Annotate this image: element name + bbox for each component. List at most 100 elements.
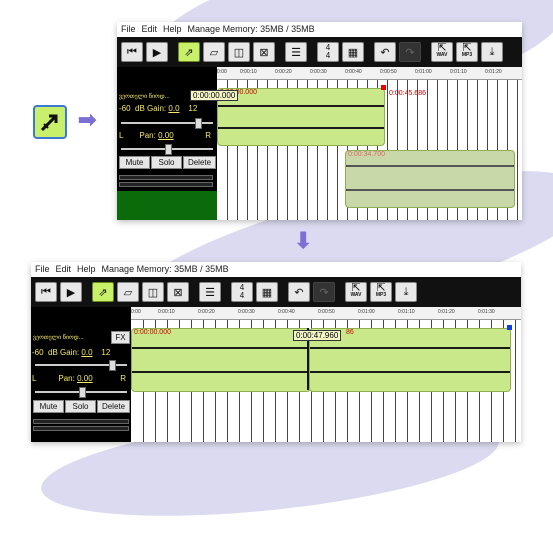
- gain-value: 0.0: [81, 348, 93, 357]
- editor-after: File Edit Help Manage Memory: 35MB / 35M…: [31, 262, 521, 442]
- track-footer: [117, 191, 217, 220]
- audio-clip-1[interactable]: 0:00:00.000: [131, 328, 311, 392]
- gain-row: -60 dB Gain: 0.0 12: [32, 348, 110, 357]
- audio-clip-1[interactable]: 0:00:00.000: [217, 88, 385, 146]
- redo-button[interactable]: ↷: [313, 282, 335, 302]
- metronome-button[interactable]: ▦: [256, 282, 278, 302]
- undo-button[interactable]: ↶: [374, 42, 396, 62]
- select-tool-button[interactable]: ⇗: [178, 42, 200, 62]
- delete-icon: ⊠: [259, 46, 269, 59]
- menu-bar: File Edit Help Manage Memory: 35MB / 35M…: [117, 22, 522, 36]
- eraser-button[interactable]: ▱: [203, 42, 225, 62]
- waveform-bottom: [218, 127, 384, 129]
- track-controls: ვეოთელი წიოდ... FX -60 dB Gain: 0.0 12 L…: [31, 307, 131, 442]
- equalizer-button[interactable]: ☰: [285, 42, 307, 62]
- timeline-ruler[interactable]: 0:00 0:00:10 0:00:20 0:00:30 0:00:40 0:0…: [131, 307, 521, 320]
- play-button[interactable]: ▶: [60, 282, 82, 302]
- track-name[interactable]: ვეოთელი წიოდ...: [33, 334, 84, 341]
- play-button[interactable]: ▶: [146, 42, 168, 62]
- delete-track-button[interactable]: Delete: [183, 156, 216, 169]
- waveform-bottom: [310, 371, 510, 373]
- ruler-tick: 0:00:50: [318, 309, 335, 315]
- menu-file[interactable]: File: [35, 264, 50, 274]
- time-sig-bottom: 4: [325, 51, 331, 60]
- metronome-icon: ▦: [261, 286, 273, 299]
- pan-right: R: [120, 374, 126, 383]
- editor-before: File Edit Help Manage Memory: 35MB / 35M…: [117, 22, 522, 220]
- pan-knob[interactable]: [165, 144, 172, 155]
- ruler-tick: 0:00:10: [158, 309, 175, 315]
- pan-label: Pan:: [139, 131, 156, 140]
- split-button[interactable]: ◫: [142, 282, 164, 302]
- undo-icon: ↶: [294, 286, 304, 299]
- clip-end-marker: [381, 85, 386, 90]
- waveform-bottom: [346, 189, 514, 191]
- delete-tool-button[interactable]: ⊠: [253, 42, 275, 62]
- right-arrow-icon: ➡: [78, 107, 97, 132]
- menu-help[interactable]: Help: [163, 24, 182, 34]
- skip-back-button[interactable]: ⏮: [121, 42, 143, 62]
- redo-button[interactable]: ↷: [399, 42, 421, 62]
- eraser-button[interactable]: ▱: [117, 282, 139, 302]
- gain-value: 0.0: [168, 104, 180, 113]
- download-icon: ⤓: [403, 285, 409, 298]
- equalizer-icon: ☰: [205, 286, 215, 299]
- export-mp3-button[interactable]: ⇱ MP3: [370, 282, 392, 302]
- time-sig-bottom: 4: [239, 291, 245, 300]
- mute-button[interactable]: Mute: [119, 156, 150, 169]
- download-button[interactable]: ⤓: [481, 42, 503, 62]
- menu-manage-memory[interactable]: Manage Memory: 35MB / 35MB: [102, 264, 229, 274]
- menu-edit[interactable]: Edit: [142, 24, 158, 34]
- gain-knob[interactable]: [195, 118, 202, 129]
- delete-track-button[interactable]: Delete: [97, 400, 130, 413]
- export-mp3-icon: ⇱: [462, 42, 472, 54]
- menu-manage-memory[interactable]: Manage Memory: 35MB / 35MB: [188, 24, 315, 34]
- fx-button[interactable]: FX: [111, 331, 130, 344]
- mp3-label: MP3: [375, 292, 387, 298]
- solo-button[interactable]: Solo: [65, 400, 96, 413]
- timeline-ruler[interactable]: 0:00 0:00:10 0:00:20 0:00:30 0:00:40 0:0…: [217, 67, 522, 80]
- export-wav-button[interactable]: ⇱ WAV: [431, 42, 453, 62]
- menu-help[interactable]: Help: [77, 264, 96, 274]
- time-signature-button[interactable]: 44: [317, 42, 339, 62]
- pan-slider[interactable]: [35, 387, 127, 398]
- skip-back-button[interactable]: ⏮: [35, 282, 57, 302]
- equalizer-button[interactable]: ☰: [199, 282, 221, 302]
- track-name[interactable]: ვეოთელი წიოდ...: [119, 93, 170, 100]
- gain-knob[interactable]: [109, 360, 116, 371]
- gain-slider[interactable]: [35, 360, 127, 371]
- clip2-start-label: 86: [346, 329, 354, 336]
- menu-bar: File Edit Help Manage Memory: 35MB / 35M…: [31, 262, 521, 276]
- toolbar: ⏮ ▶ ⇗ ▱ ◫ ⊠ ☰ 44 ▦ ↶ ↷ ⇱ WAV ⇱ MP3 ⤓: [31, 277, 521, 307]
- pan-row: L Pan: 0.00 R: [32, 374, 128, 383]
- play-icon: ▶: [66, 286, 76, 299]
- select-tool-icon: ⇗: [184, 46, 194, 59]
- ruler-tick: 0:01:30: [478, 309, 495, 315]
- toolbar: ⏮ ▶ ⇗ ▱ ◫ ⊠ ☰ 44 ▦ ↶ ↷ ⇱ WAV ⇱ MP3 ⤓: [117, 37, 522, 67]
- export-wav-button[interactable]: ⇱ WAV: [345, 282, 367, 302]
- time-signature-button[interactable]: 44: [231, 282, 253, 302]
- undo-button[interactable]: ↶: [288, 282, 310, 302]
- export-mp3-icon: ⇱: [376, 282, 386, 294]
- pan-knob[interactable]: [79, 387, 86, 398]
- download-button[interactable]: ⤓: [395, 282, 417, 302]
- delete-icon: ⊠: [173, 286, 183, 299]
- track-area[interactable]: 0:00:00.000 0:00:45.686 0:00:34.700: [217, 80, 522, 220]
- pan-left: L: [32, 374, 37, 383]
- gain-slider[interactable]: [121, 118, 213, 129]
- delete-tool-button[interactable]: ⊠: [167, 282, 189, 302]
- mute-button[interactable]: Mute: [33, 400, 64, 413]
- solo-button[interactable]: Solo: [151, 156, 182, 169]
- undo-icon: ↶: [380, 46, 390, 59]
- clip2-start-label: 0:00:34.700: [348, 151, 385, 158]
- split-button[interactable]: ◫: [228, 42, 250, 62]
- select-tool-button[interactable]: ⇗: [92, 282, 114, 302]
- wav-label: WAV: [350, 292, 362, 298]
- menu-edit[interactable]: Edit: [56, 264, 72, 274]
- ruler-tick: 0:01:10: [398, 309, 415, 315]
- menu-file[interactable]: File: [121, 24, 136, 34]
- audio-clip-2[interactable]: 0:00:34.700: [345, 150, 515, 208]
- pan-slider[interactable]: [121, 144, 213, 155]
- metronome-button[interactable]: ▦: [342, 42, 364, 62]
- export-mp3-button[interactable]: ⇱ MP3: [456, 42, 478, 62]
